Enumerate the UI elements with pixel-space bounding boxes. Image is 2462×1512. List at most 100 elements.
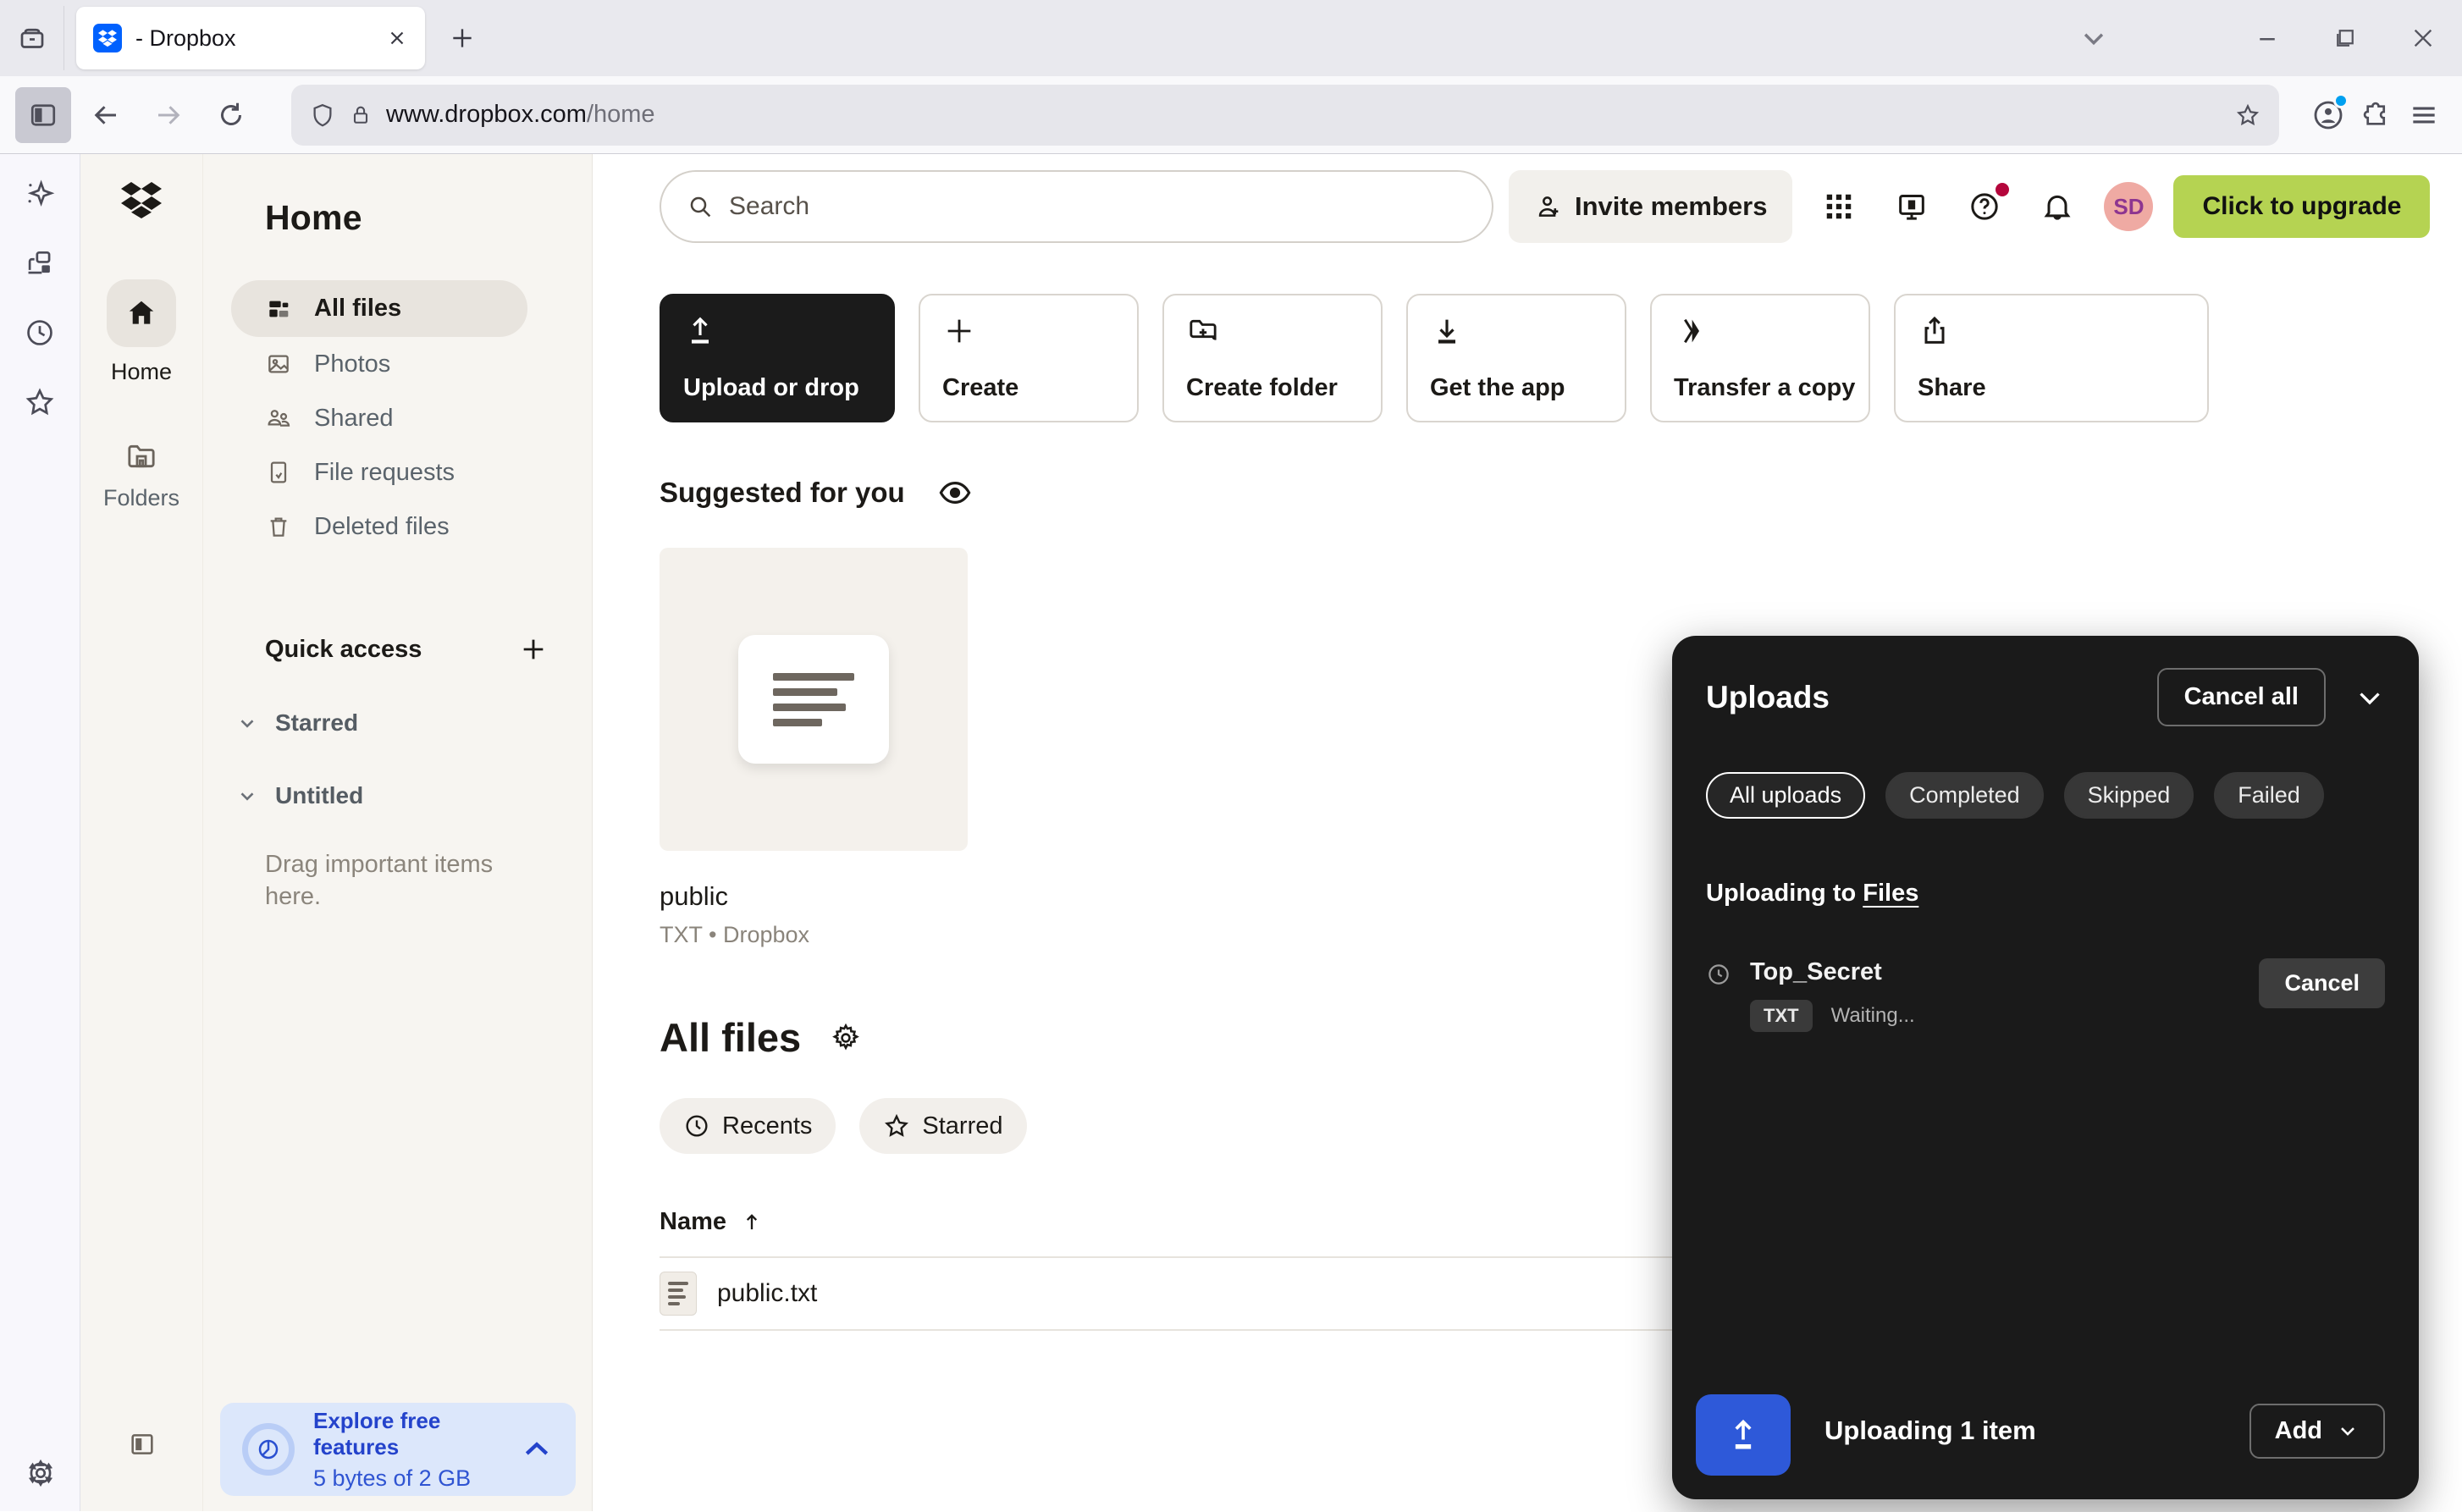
filter-all-uploads[interactable]: All uploads [1706, 772, 1865, 819]
action-label: Create [942, 374, 1115, 402]
destination-files-link[interactable]: Files [1863, 880, 1918, 907]
dropbox-sidebar: Home All files Photos [203, 154, 593, 1511]
waiting-clock-icon [1706, 962, 1731, 1032]
quick-access-header: Quick access [265, 635, 561, 664]
add-upload-button[interactable]: Add [2249, 1404, 2385, 1459]
sidebar-item-file-requests[interactable]: File requests [231, 445, 527, 499]
search-bar[interactable] [660, 170, 1493, 243]
cancel-all-button[interactable]: Cancel all [2157, 668, 2326, 726]
suggested-file-card[interactable] [660, 548, 968, 851]
cancel-upload-button[interactable]: Cancel [2259, 958, 2385, 1008]
sidebar-item-all-files[interactable]: All files [231, 280, 527, 337]
restore-button[interactable] [2306, 0, 2384, 76]
lock-icon[interactable] [349, 103, 373, 127]
chevron-down-icon [236, 785, 258, 807]
collapse-sidebar-icon[interactable] [80, 1430, 203, 1459]
collapse-panel-chevron-icon[interactable] [2354, 682, 2385, 713]
reload-button[interactable] [203, 87, 259, 143]
filter-failed[interactable]: Failed [2214, 772, 2324, 819]
sidebar-item-label: All files [314, 295, 401, 323]
window-controls [2228, 0, 2462, 76]
forward-button[interactable] [141, 87, 196, 143]
upload-item-row: Top_Secret TXT Waiting... Cancel [1706, 958, 2385, 1032]
download-icon [1430, 314, 1603, 348]
quick-actions-row: Upload or drop Create Create folder [660, 294, 2462, 422]
quick-access-group-label: Starred [275, 709, 358, 737]
create-card[interactable]: Create [919, 294, 1139, 422]
search-input[interactable] [729, 192, 1466, 221]
get-the-app-card[interactable]: Get the app [1406, 294, 1626, 422]
file-type-badge: TXT [1750, 1000, 1813, 1032]
storage-explore-card[interactable]: Explore free features 5 bytes of 2 GB [220, 1403, 576, 1496]
share-card[interactable]: Share [1894, 294, 2209, 422]
history-clock-icon[interactable] [24, 317, 56, 349]
quick-access-add-icon[interactable] [519, 635, 548, 664]
bookmark-star-icon[interactable] [2235, 102, 2261, 128]
filter-skipped[interactable]: Skipped [2064, 772, 2194, 819]
extensions-button[interactable] [2360, 99, 2393, 131]
transfer-icon [1674, 314, 1847, 348]
sidebar-item-deleted-files[interactable]: Deleted files [231, 499, 527, 554]
starred-chip[interactable]: Starred [859, 1098, 1026, 1154]
invite-members-button[interactable]: Invite members [1509, 170, 1792, 243]
synced-tabs-icon[interactable] [24, 247, 56, 279]
chevron-up-icon[interactable] [520, 1432, 554, 1466]
uploads-panel: Uploads Cancel all All uploads Completed… [1672, 636, 2419, 1499]
text-file-icon [660, 1272, 697, 1316]
minimize-button[interactable] [2228, 0, 2306, 76]
main-header: Invite members SD [660, 168, 2454, 245]
eye-icon[interactable] [937, 475, 973, 510]
help-notification-dot [1996, 183, 2009, 196]
tracking-protection-shield-icon[interactable] [310, 102, 335, 128]
upgrade-button[interactable]: Click to upgrade [2173, 175, 2430, 238]
avatar[interactable]: SD [2104, 182, 2153, 231]
action-label: Share [1918, 374, 2185, 402]
rail-home-label: Home [111, 359, 172, 385]
sidebar-item-photos[interactable]: Photos [231, 337, 527, 391]
quick-access-group-label: Untitled [275, 782, 363, 809]
add-label: Add [2275, 1417, 2322, 1445]
sidebar-settings-gear-icon[interactable] [0, 1457, 80, 1489]
sidebar-item-shared[interactable]: Shared [231, 391, 527, 445]
quick-access-group-starred[interactable]: Starred [236, 709, 592, 737]
transfer-a-copy-card[interactable]: Transfer a copy [1650, 294, 1870, 422]
suggested-section-header: Suggested for you [660, 475, 2462, 510]
rail-home-button[interactable] [107, 279, 176, 347]
desktop-app-button[interactable] [1885, 190, 1938, 223]
upload-status-text: Waiting... [1831, 1004, 1915, 1028]
menu-hamburger-button[interactable] [2408, 99, 2440, 131]
ai-chatbot-icon[interactable] [24, 178, 56, 210]
url-text[interactable]: www.dropbox.com/home [386, 101, 2222, 129]
upload-progress-icon[interactable] [1696, 1394, 1791, 1476]
tab-list-chevron-icon[interactable] [2056, 0, 2132, 76]
close-window-button[interactable] [2384, 0, 2462, 76]
url-bar[interactable]: www.dropbox.com/home [291, 85, 2279, 146]
help-button[interactable] [1958, 190, 2011, 223]
filter-completed[interactable]: Completed [1885, 772, 2044, 819]
share-icon [1918, 314, 2185, 348]
table-row[interactable]: public.txt [660, 1256, 1728, 1331]
browser-tab[interactable]: - Dropbox [76, 7, 425, 69]
new-tab-button[interactable] [449, 25, 476, 52]
sidebar-title: Home [265, 198, 592, 238]
notifications-bell-button[interactable] [2031, 190, 2084, 223]
toolbar-right-cluster [2311, 98, 2447, 132]
create-folder-card[interactable]: Create folder [1162, 294, 1383, 422]
dropbox-logo[interactable] [119, 179, 163, 220]
uploads-title: Uploads [1706, 680, 1830, 715]
sidebar-toggle-button[interactable] [15, 87, 71, 143]
tab-close-icon[interactable] [386, 27, 408, 49]
folder-plus-icon [1186, 314, 1359, 348]
rail-folders-button[interactable]: Folders [103, 439, 179, 511]
sidebar-nav-list: All files Photos Shared [231, 280, 527, 554]
upload-or-drop-card[interactable]: Upload or drop [660, 294, 895, 422]
header-right-cluster: Invite members SD [1509, 170, 2430, 243]
account-button[interactable] [2311, 98, 2345, 132]
bookmarks-star-icon[interactable] [24, 386, 56, 418]
apps-grid-button[interactable] [1813, 190, 1865, 223]
quick-access-group-untitled[interactable]: Untitled [236, 782, 592, 809]
firefox-view-button[interactable] [0, 6, 64, 70]
back-button[interactable] [78, 87, 134, 143]
settings-gear-icon[interactable] [830, 1022, 862, 1054]
recents-chip[interactable]: Recents [660, 1098, 836, 1154]
